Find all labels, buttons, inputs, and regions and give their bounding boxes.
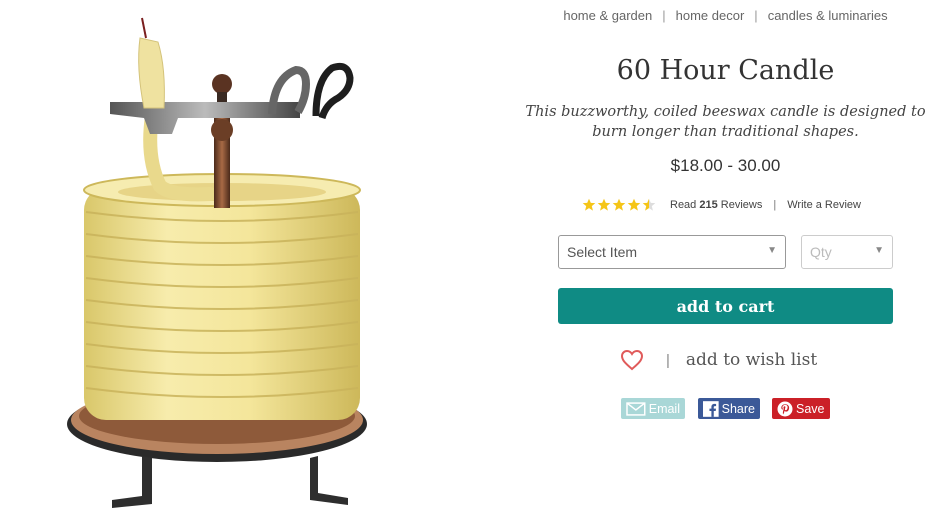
product-title: 60 Hour Candle xyxy=(616,55,835,86)
product-price: $18.00 - 30.00 xyxy=(670,156,781,175)
dropdown-arrow-icon: ▼ xyxy=(874,245,884,256)
email-icon xyxy=(626,401,646,416)
product-details: home & garden | home decor | candles & lumin… xyxy=(520,0,931,525)
candle-illustration xyxy=(67,17,367,508)
breadcrumb-separator: | xyxy=(754,8,758,23)
breadcrumb-home-garden[interactable]: home & garden xyxy=(563,8,652,23)
write-review-link[interactable]: Write a Review xyxy=(787,199,861,211)
reviews-row: Read 215 Reviews | Write a Review xyxy=(582,195,912,215)
star-icon xyxy=(627,198,641,211)
product-image xyxy=(60,8,400,523)
breadcrumb-candles-luminaries[interactable]: candles & luminaries xyxy=(768,8,888,23)
facebook-icon xyxy=(703,400,719,417)
add-to-cart-button[interactable]: add to cart xyxy=(558,288,893,324)
share-facebook-button[interactable]: Share xyxy=(698,398,760,419)
reviews-divider: | xyxy=(773,199,777,211)
rating-stars[interactable] xyxy=(582,198,656,212)
select-item-label: Select Item xyxy=(567,244,638,260)
share-pinterest-button[interactable]: Save xyxy=(772,398,830,419)
add-to-wish-list-link[interactable]: add to wish list xyxy=(686,350,817,370)
breadcrumb: home & garden | home decor | candles & lumin… xyxy=(520,8,931,23)
product-tagline: This buzzworthy, coiled beeswax candle i… xyxy=(525,104,926,140)
share-email-button[interactable]: Email xyxy=(621,398,685,419)
breadcrumb-separator: | xyxy=(662,8,666,23)
read-suffix: Reviews xyxy=(720,199,763,211)
share-facebook-label: Share xyxy=(721,401,755,416)
dropdown-arrow-icon: ▼ xyxy=(767,245,777,256)
half-star-icon xyxy=(642,198,656,211)
read-prefix: Read xyxy=(670,199,697,211)
quantity-label: Qty xyxy=(810,244,832,260)
pinterest-icon xyxy=(777,401,793,416)
select-item-dropdown[interactable]: Select Item ▼ xyxy=(558,235,786,269)
share-pinterest-label: Save xyxy=(796,401,825,416)
wish-list-row: | add to wish list xyxy=(620,347,817,373)
star-icon xyxy=(612,198,626,211)
share-email-label: Email xyxy=(648,401,680,416)
read-reviews-link[interactable]: Read 215 Reviews xyxy=(670,199,762,211)
heart-icon[interactable] xyxy=(620,349,644,371)
quantity-dropdown[interactable]: Qty ▼ xyxy=(801,235,893,269)
star-icon xyxy=(597,198,611,211)
star-icon xyxy=(582,198,596,211)
wax-coils xyxy=(83,173,361,420)
review-count: 215 xyxy=(699,199,718,211)
breadcrumb-home-decor[interactable]: home decor xyxy=(676,8,745,23)
wish-divider: | xyxy=(666,351,670,369)
